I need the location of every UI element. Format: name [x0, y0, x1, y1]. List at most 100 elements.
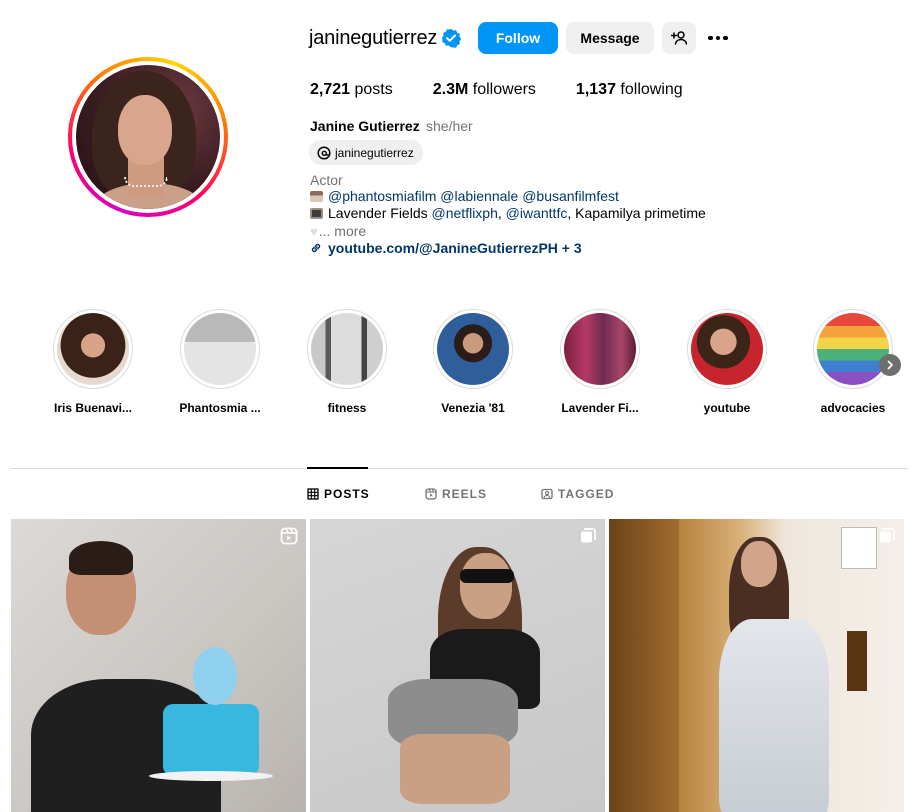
bio-show-title: Lavender Fields — [328, 205, 428, 221]
highlight-ring — [433, 309, 513, 389]
message-button[interactable]: Message — [566, 22, 654, 54]
carousel-icon — [581, 528, 596, 543]
post-door-handle — [847, 631, 867, 691]
post-wall-sign — [841, 527, 877, 569]
post-figure-hair — [69, 541, 133, 575]
highlight-cover — [691, 313, 763, 385]
link-icon — [311, 243, 321, 253]
highlight-cover — [57, 313, 129, 385]
mention-iwanttfc[interactable]: @iwanttfc — [506, 205, 568, 221]
highlight-item[interactable]: Iris Buenavi... — [43, 309, 143, 415]
highlight-item[interactable]: Venezia '81 — [423, 309, 523, 415]
profile-avatar[interactable] — [68, 57, 228, 217]
highlight-item[interactable]: Phantosmia ... — [170, 309, 270, 415]
post-figure — [741, 541, 777, 587]
suggested-users-button[interactable] — [662, 22, 696, 54]
reel-icon — [280, 527, 298, 545]
profile-stats: 2,721 posts 2.3M followers 1,137 followi… — [310, 81, 723, 99]
post-figure-legs — [400, 734, 510, 804]
profile-username: janinegutierrez — [309, 27, 438, 49]
highlight-ring — [687, 309, 767, 389]
post-sunglasses — [460, 569, 514, 583]
post-thumbnail[interactable] — [609, 519, 904, 812]
mention-phantosmiafilm[interactable]: @phantosmiafilm — [328, 188, 436, 204]
posts-stat: 2,721 posts — [310, 81, 393, 99]
highlight-label: Iris Buenavi... — [53, 401, 133, 415]
highlight-item[interactable]: youtube — [677, 309, 777, 415]
highlight-ring — [813, 309, 893, 389]
verified-badge-icon — [441, 28, 461, 48]
posts-count: 2,721 — [310, 81, 351, 98]
profile-category: Actor — [310, 172, 343, 188]
highlight-label: fitness — [327, 401, 367, 415]
followers-label: followers — [472, 81, 536, 98]
tabs-divider — [10, 468, 908, 469]
bio-comma: , — [497, 205, 502, 221]
highlight-item[interactable]: Lavender Fi... — [550, 309, 650, 415]
posts-label: posts — [354, 81, 393, 98]
highlight-label: Lavender Fi... — [561, 401, 639, 415]
tab-tagged-label: TAGGED — [558, 487, 615, 501]
post-figure — [460, 553, 512, 619]
threads-handle: janinegutierrez — [335, 145, 414, 160]
mention-labiennale[interactable]: @labiennale — [440, 188, 518, 204]
post-thumbnail[interactable] — [310, 519, 605, 812]
highlight-cover — [311, 313, 383, 385]
highlight-ring — [307, 309, 387, 389]
post-thumbnail[interactable] — [11, 519, 306, 812]
profile-external-link[interactable]: youtube.com/@JanineGutierrezPH + 3 — [310, 240, 582, 256]
tab-reels[interactable]: REELS — [425, 487, 487, 501]
highlight-label: Venezia '81 — [441, 401, 505, 415]
reels-icon — [425, 488, 437, 500]
post-door-frame — [609, 519, 679, 812]
avatar-photo — [76, 65, 220, 209]
tab-posts-label: POSTS — [324, 487, 370, 501]
clapperboard-emoji-icon — [310, 190, 323, 202]
post-cake-topper — [193, 647, 237, 705]
follow-button[interactable]: Follow — [478, 22, 558, 54]
threads-icon — [317, 145, 331, 160]
tagged-icon — [541, 488, 553, 500]
highlight-cover — [184, 313, 256, 385]
tab-tagged[interactable]: TAGGED — [541, 487, 614, 501]
highlight-ring — [560, 309, 640, 389]
bio-line-1: @phantosmiafilm @labiennale @busanfilmfe… — [310, 188, 619, 204]
highlight-label: youtube — [703, 401, 751, 415]
active-tab-indicator — [307, 467, 368, 469]
add-user-icon — [671, 31, 687, 45]
tv-emoji-icon — [310, 207, 323, 219]
highlight-label: advocacies — [820, 401, 886, 415]
post-cake — [163, 704, 259, 776]
post-cake-plate — [149, 771, 273, 781]
mention-busanfilmfest[interactable]: @busanfilmfest — [522, 188, 619, 204]
carousel-icon — [880, 528, 895, 543]
highlight-item[interactable]: fitness — [297, 309, 397, 415]
following-stat[interactable]: 1,137 following — [576, 81, 683, 99]
highlight-label: Phantosmia ... — [179, 401, 261, 415]
bio-more-link[interactable]: ... more — [319, 223, 366, 239]
following-count: 1,137 — [575, 81, 616, 98]
bio-line-2: Lavender Fields @netflixph , @iwanttfc ,… — [310, 205, 706, 221]
tab-reels-label: REELS — [442, 487, 488, 501]
highlights-next-button[interactable] — [879, 354, 901, 376]
bio-network: , Kapamilya primetime — [567, 205, 706, 221]
avatar-border — [72, 61, 224, 213]
more-options-icon[interactable] — [704, 27, 732, 49]
avatar-face — [118, 95, 172, 165]
followers-count: 2.3M — [432, 81, 469, 98]
highlight-cover — [564, 313, 636, 385]
highlight-cover — [817, 313, 889, 385]
tab-posts[interactable]: POSTS — [307, 487, 370, 501]
post-figure-dress — [719, 619, 829, 812]
link-text: youtube.com/@JanineGutierrezPH + 3 — [328, 240, 582, 256]
highlight-ring — [180, 309, 260, 389]
highlight-ring — [53, 309, 133, 389]
mention-netflixph[interactable]: @netflixph — [432, 205, 498, 221]
followers-stat[interactable]: 2.3M followers — [433, 81, 536, 99]
threads-link[interactable]: janinegutierrez — [309, 140, 423, 165]
grid-icon — [307, 488, 319, 500]
chevron-right-icon — [887, 360, 893, 370]
profile-full-name: Janine Gutierrez — [310, 118, 420, 134]
profile-pronouns: she/her — [426, 118, 473, 134]
highlight-cover — [437, 313, 509, 385]
